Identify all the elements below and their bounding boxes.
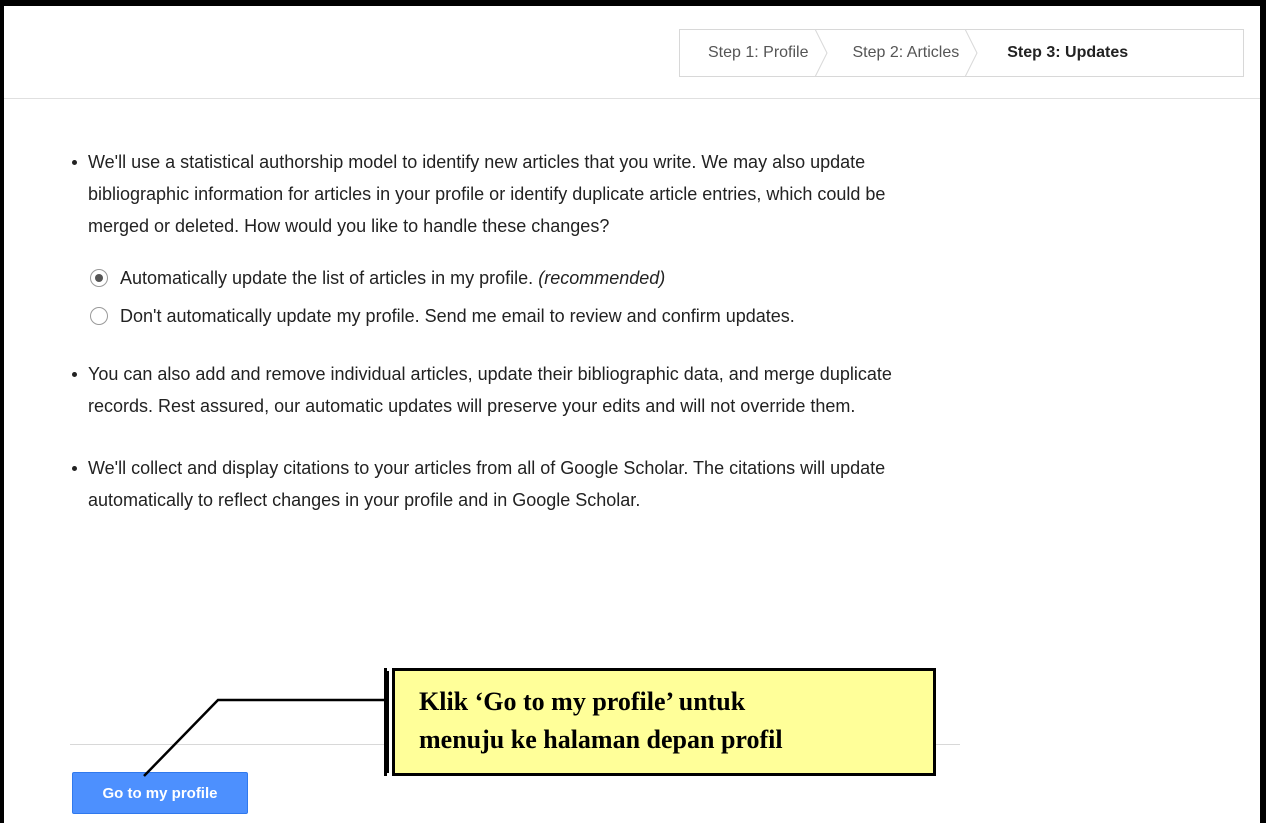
screenshot-frame: Step 1: Profile Step 2: Articles Step 3:…	[0, 0, 1266, 823]
callout-line-2: menuju ke halaman depan profil	[419, 725, 783, 754]
radio-auto-update[interactable]	[90, 269, 108, 287]
go-to-my-profile-button[interactable]: Go to my profile	[72, 772, 248, 814]
callout-bar	[384, 668, 387, 776]
bullet-authorship-text: We'll use a statistical authorship model…	[88, 152, 886, 236]
update-options: Automatically update the list of article…	[88, 266, 948, 328]
bullet-citations-text: We'll collect and display citations to y…	[88, 458, 886, 510]
chevron-separator-icon	[814, 29, 839, 77]
header-divider	[4, 98, 1260, 99]
radio-email-review[interactable]	[90, 307, 108, 325]
step-indicator: Step 1: Profile Step 2: Articles Step 3:…	[679, 29, 1244, 77]
annotation-callout: Klik ‘Go to my profile’ untuk menuju ke …	[392, 668, 936, 776]
option-auto-text: Automatically update the list of article…	[120, 266, 665, 290]
bullet-authorship-model: We'll use a statistical authorship model…	[68, 146, 948, 328]
callout-line-1: Klik ‘Go to my profile’ untuk	[419, 687, 746, 716]
bullet-citations: We'll collect and display citations to y…	[68, 452, 948, 516]
step-profile[interactable]: Step 1: Profile	[680, 29, 828, 77]
option-auto-update[interactable]: Automatically update the list of article…	[90, 266, 948, 290]
option-email-label: Don't automatically update my profile. S…	[120, 306, 795, 326]
setup-page: Step 1: Profile Step 2: Articles Step 3:…	[4, 6, 1260, 823]
step-profile-label: Step 1: Profile	[708, 44, 809, 61]
updates-content: We'll use a statistical authorship model…	[68, 146, 948, 546]
option-auto-label: Automatically update the list of article…	[120, 268, 534, 288]
step-articles[interactable]: Step 2: Articles	[827, 29, 978, 77]
recommended-note: (recommended)	[538, 268, 666, 288]
step-updates-label: Step 3: Updates	[1007, 44, 1129, 61]
bullet-edit-articles: You can also add and remove individual a…	[68, 358, 948, 422]
option-email-review[interactable]: Don't automatically update my profile. S…	[90, 304, 948, 328]
step-updates[interactable]: Step 3: Updates	[977, 30, 1146, 76]
bullet-edit-text: You can also add and remove individual a…	[88, 364, 892, 416]
chevron-separator-icon	[965, 29, 989, 77]
step-articles-label: Step 2: Articles	[852, 44, 960, 61]
